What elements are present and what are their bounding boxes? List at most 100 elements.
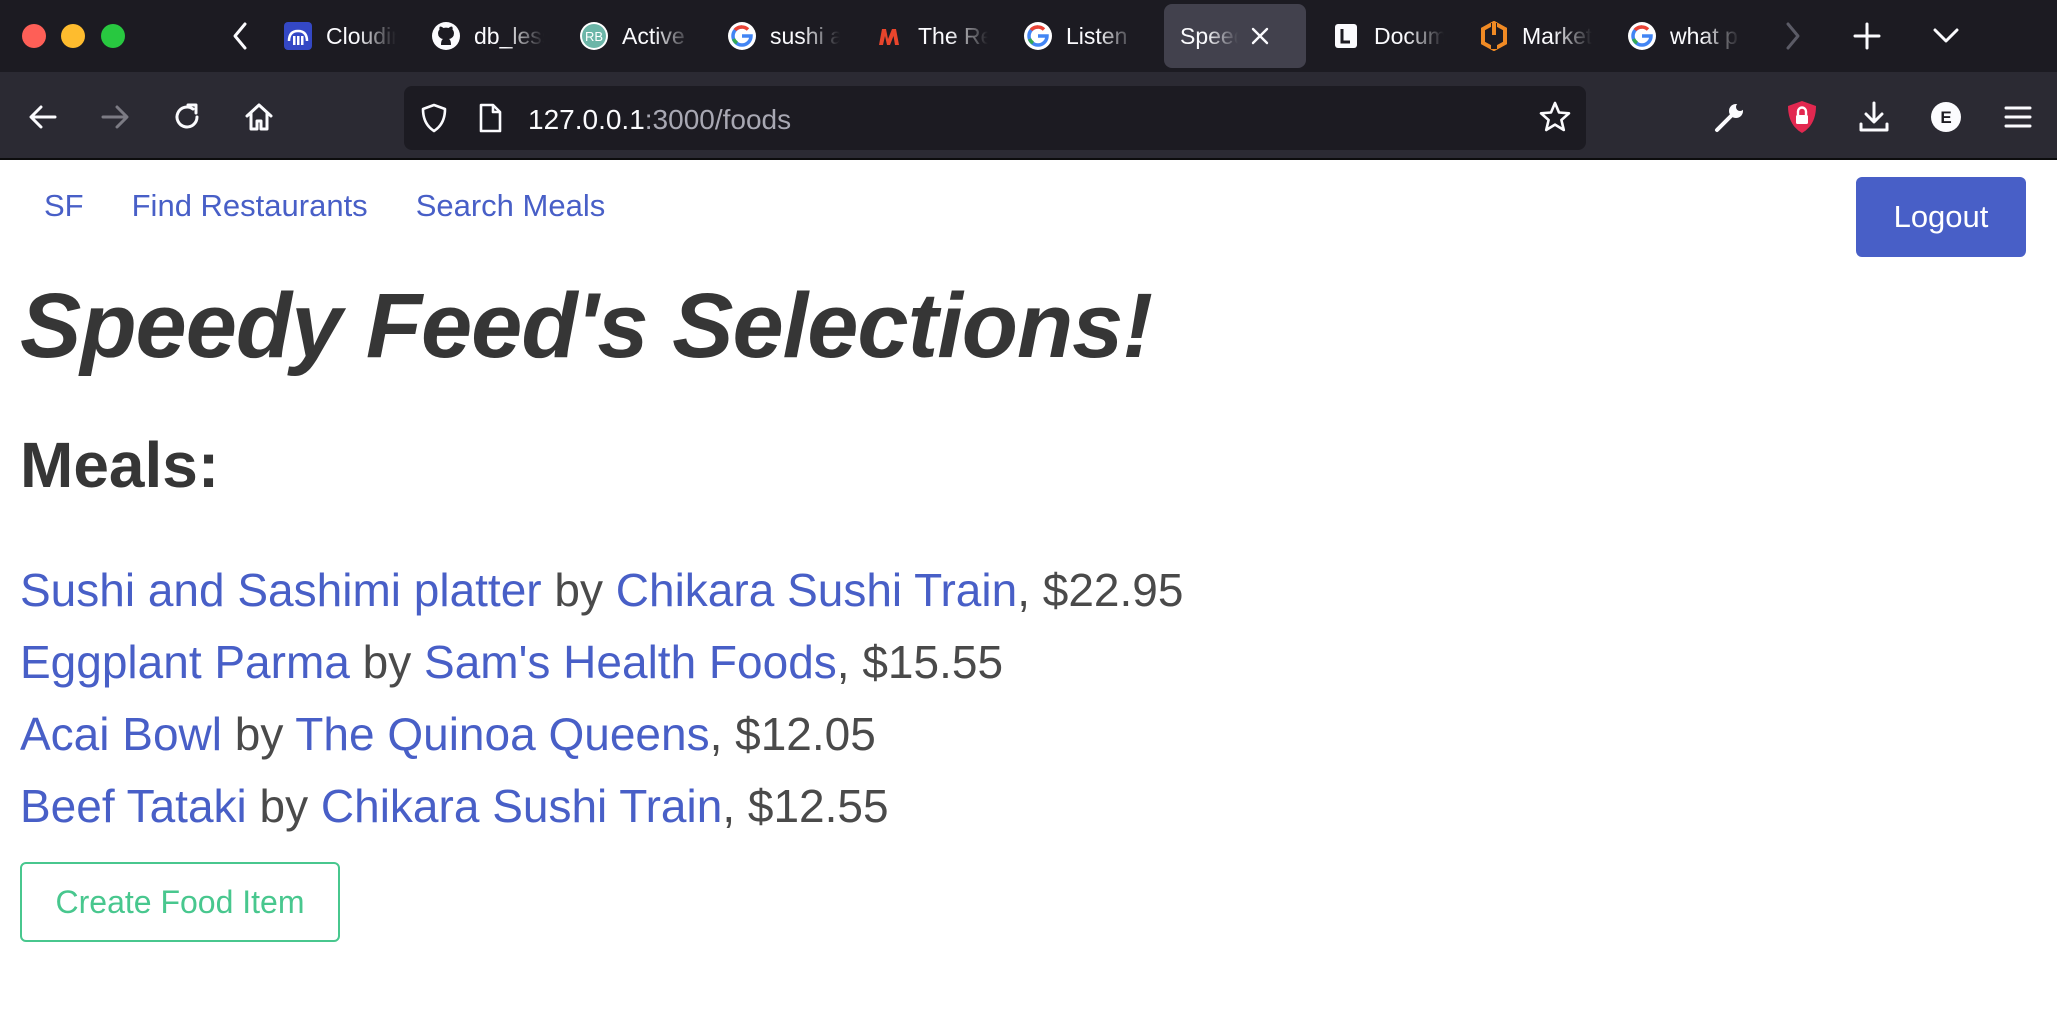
m-logo-icon <box>874 20 906 52</box>
account-initial: E <box>1940 108 1951 127</box>
tab-the-red[interactable]: The Red <box>862 4 988 68</box>
tab-documents[interactable]: Documents <box>1318 4 1444 68</box>
rb-icon: RB <box>578 20 610 52</box>
document-icon <box>1330 20 1362 52</box>
close-icon <box>1251 27 1269 45</box>
google-icon <box>1022 20 1054 52</box>
cloudinary-icon <box>282 20 314 52</box>
reload-icon <box>175 103 199 129</box>
url-path: :3000/foods <box>644 104 792 135</box>
red-shield-lock-icon <box>1788 101 1816 133</box>
tab-label: sushi and <box>770 22 840 49</box>
account-button[interactable]: E <box>1925 96 1967 138</box>
meal-price: $22.95 <box>1042 564 1184 616</box>
by-text: by <box>554 564 603 616</box>
restaurant-link[interactable]: Sam's Health Foods <box>424 636 837 688</box>
chevron-left-icon <box>233 22 247 50</box>
tracking-protection-shield-icon[interactable] <box>418 102 450 139</box>
bookmark-star-button[interactable] <box>1538 100 1572 139</box>
logout-button[interactable]: Logout <box>1856 177 2026 257</box>
tab-label: Cloudinary <box>326 22 396 49</box>
tab-label: The Red <box>918 22 988 49</box>
meal-price: $12.05 <box>735 708 876 760</box>
meal-link[interactable]: Sushi and Sashimi platter <box>20 564 542 616</box>
meal-link[interactable]: Beef Tataki <box>20 780 247 832</box>
tab-label: Market <box>1522 22 1592 49</box>
tab-strip: Cloudinary db_lesson RB Active sushi and… <box>270 0 1770 72</box>
restaurant-link[interactable]: Chikara Sushi Train <box>321 780 722 832</box>
maximize-window-button[interactable] <box>101 24 125 48</box>
plus-icon <box>1853 22 1881 50</box>
list-all-tabs-button[interactable] <box>1926 16 1966 56</box>
tab-cloudinary[interactable]: Cloudinary <box>270 4 396 68</box>
nav-search-meals-link[interactable]: Search Meals <box>392 176 630 236</box>
address-bar[interactable]: 127.0.0.1:3000/foods <box>404 86 1586 150</box>
tab-active[interactable]: RB Active <box>566 4 692 68</box>
arrow-left-icon <box>29 105 57 129</box>
url-host: 127.0.0.1 <box>528 104 645 135</box>
github-icon <box>430 20 462 52</box>
tab-label: Listen <box>1066 22 1128 49</box>
page-title: Speedy Feed's Selections! <box>20 275 1153 377</box>
google-icon <box>726 20 758 52</box>
chevron-down-icon <box>1933 28 1959 43</box>
meal-price: $12.55 <box>747 780 889 832</box>
arrow-right-icon <box>101 105 129 129</box>
meal-link[interactable]: Acai Bowl <box>20 708 222 760</box>
restaurant-link[interactable]: The Quinoa Queens <box>295 708 709 760</box>
tab-label: Speedy Feed <box>1180 22 1238 49</box>
tab-label: Active <box>622 22 685 49</box>
nav-brand-link[interactable]: SF <box>20 176 108 236</box>
tab-github[interactable]: db_lesson <box>418 4 544 68</box>
by-text: by <box>234 708 284 760</box>
meals-heading: Meals: <box>20 429 220 501</box>
close-tab-button[interactable] <box>1246 22 1274 50</box>
nav-find-restaurants-link[interactable]: Find Restaurants <box>108 176 392 236</box>
home-button[interactable] <box>238 96 280 138</box>
tab-sushi-search[interactable]: sushi and <box>714 4 840 68</box>
by-text: by <box>362 636 412 688</box>
forward-button[interactable] <box>94 96 136 138</box>
list-item: Acai Bowl by The Quinoa Queens, $12.05 <box>20 708 876 760</box>
tab-scroll-left-button[interactable] <box>222 14 258 58</box>
close-window-button[interactable] <box>22 24 46 48</box>
reload-button[interactable] <box>166 96 208 138</box>
browser-tab-bar: Cloudinary db_lesson RB Active sushi and… <box>0 0 2057 72</box>
page-content: SF Find Restaurants Search Meals Logout … <box>0 162 2057 1024</box>
orange-hex-icon <box>1478 20 1510 52</box>
extensions-wrench-button[interactable] <box>1709 96 1751 138</box>
tab-market[interactable]: Market <box>1466 4 1592 68</box>
page-info-icon[interactable] <box>476 102 504 139</box>
site-navbar: SF Find Restaurants Search Meals <box>20 176 629 236</box>
new-tab-button[interactable] <box>1847 16 1887 56</box>
browser-toolbar: 127.0.0.1:3000/foods E <box>0 72 2057 160</box>
account-avatar-icon: E <box>1931 102 1961 132</box>
tab-label: what p <box>1670 22 1738 49</box>
meal-price: $15.55 <box>862 636 1004 688</box>
app-menu-button[interactable] <box>1997 96 2039 138</box>
minimize-window-button[interactable] <box>61 24 85 48</box>
url-text[interactable]: 127.0.0.1:3000/foods <box>528 104 791 136</box>
create-food-item-button[interactable]: Create Food Item <box>20 862 340 942</box>
svg-text:RB: RB <box>585 29 603 44</box>
password-manager-button[interactable] <box>1781 96 1823 138</box>
tab-what-p[interactable]: what p <box>1614 4 1740 68</box>
by-text: by <box>259 780 309 832</box>
tab-label: db_lesson <box>474 22 544 49</box>
downloads-button[interactable] <box>1853 96 1895 138</box>
tab-listen[interactable]: Listen <box>1010 4 1136 68</box>
list-item: Beef Tataki by Chikara Sushi Train, $12.… <box>20 780 889 832</box>
star-icon <box>1539 101 1571 132</box>
wrench-icon <box>1715 103 1744 132</box>
restaurant-link[interactable]: Chikara Sushi Train <box>616 564 1017 616</box>
chevron-right-icon <box>1786 22 1800 50</box>
tab-scroll-right-button[interactable] <box>1775 14 1811 58</box>
tab-speedy-feed[interactable]: Speedy Feed <box>1164 4 1306 68</box>
list-item: Eggplant Parma by Sam's Health Foods, $1… <box>20 636 1004 688</box>
meal-link[interactable]: Eggplant Parma <box>20 636 350 688</box>
hamburger-menu-icon <box>2004 106 2032 128</box>
tab-label: Documents <box>1374 22 1444 49</box>
list-item: Sushi and Sashimi platter by Chikara Sus… <box>20 564 1184 616</box>
home-icon <box>245 103 273 131</box>
back-button[interactable] <box>22 96 64 138</box>
